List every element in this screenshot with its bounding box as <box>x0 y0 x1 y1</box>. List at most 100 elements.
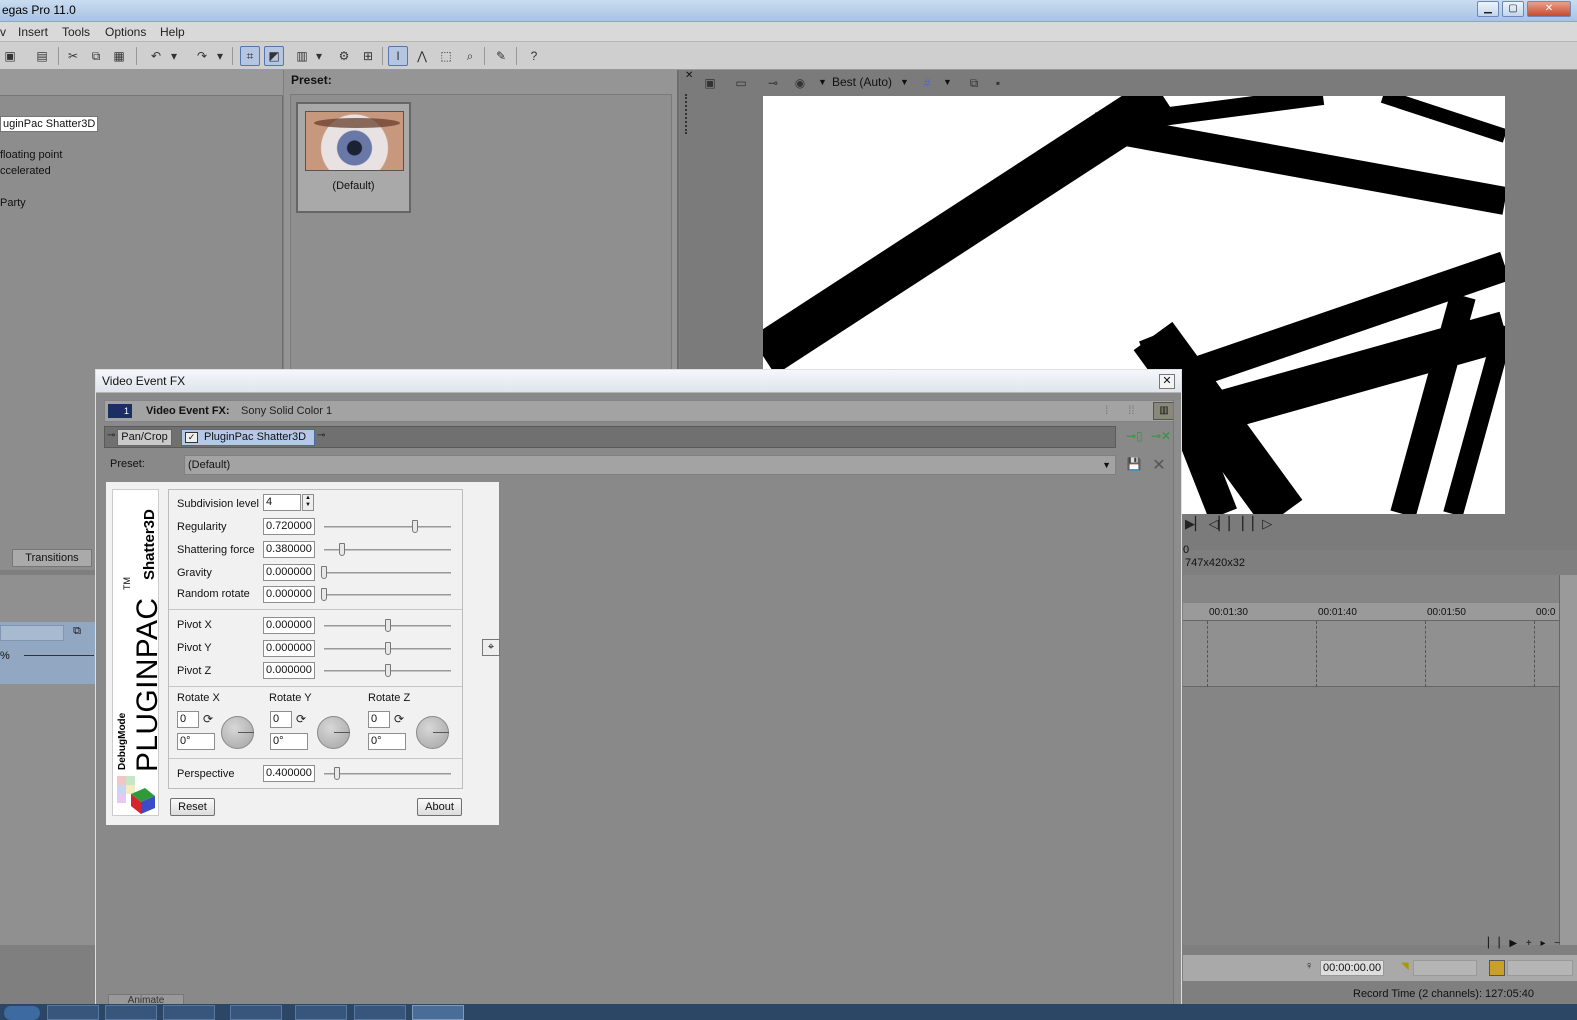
grouping-dropdown-icon[interactable]: ▾ <box>313 46 325 66</box>
vertical-scrollbar[interactable] <box>1559 575 1577 945</box>
rotate-cw-icon[interactable]: ⟳ <box>296 712 306 726</box>
rotate-cw-icon[interactable]: ⟳ <box>203 712 213 726</box>
chain-item-shatter3d[interactable]: ✓ PluginPac Shatter3D <box>181 429 315 446</box>
split-screen-icon[interactable]: ⊸ <box>763 73 783 93</box>
rotate-y-degrees-input[interactable]: 0° <box>270 733 308 750</box>
lock-envelopes-icon[interactable]: ◩ <box>264 46 284 66</box>
preset-dropdown[interactable]: (Default) ▼ <box>184 455 1116 475</box>
minimize-button[interactable]: ▁ <box>1477 1 1499 17</box>
menu-options[interactable]: Options <box>105 25 146 39</box>
maximize-button[interactable]: ▢ <box>1502 1 1524 17</box>
envelope-edit-tool-icon[interactable]: ⋀ <box>412 46 432 66</box>
chevron-down-icon[interactable]: ▼ <box>1102 456 1111 474</box>
gravity-slider-thumb[interactable] <box>321 566 327 579</box>
view-medium-icon[interactable]: ⁞⁞ <box>1128 403 1135 417</box>
taskbar-app-active[interactable] <box>412 1005 464 1020</box>
copy-snapshot-icon[interactable]: ⧉ <box>964 73 984 93</box>
taskbar-app-browser[interactable] <box>230 1005 282 1020</box>
perspective-input[interactable]: 0.400000 <box>263 765 315 782</box>
tab-transitions[interactable]: Transitions <box>12 549 92 567</box>
copy-icon[interactable]: ⧉ <box>86 46 106 66</box>
zoom-tool-icon[interactable]: ⌕ <box>460 46 480 66</box>
duration-field[interactable] <box>1507 960 1573 976</box>
zoom-controls[interactable]: ▏▏▶ + ▸ − <box>1488 938 1573 952</box>
pivot-x-input[interactable]: 0.000000 <box>263 617 315 634</box>
rotate-y-turns-input[interactable]: 0 <box>270 711 292 728</box>
perspective-slider-thumb[interactable] <box>333 767 340 780</box>
rotate-x-knob[interactable] <box>221 716 254 749</box>
panel-close-icon[interactable]: ✕ <box>685 70 693 81</box>
remove-plugin-icon[interactable]: ⊸✕ <box>1151 429 1171 443</box>
rotate-y-knob[interactable] <box>317 716 350 749</box>
track-name-field[interactable] <box>0 625 64 641</box>
regularity-slider-thumb[interactable] <box>412 520 419 533</box>
render-icon[interactable]: ✎ <box>491 46 511 66</box>
preset-thumbnail-default[interactable]: (Default) <box>296 102 411 213</box>
normal-edit-tool-icon[interactable]: I <box>388 46 408 66</box>
rotate-x-degrees-input[interactable]: 0° <box>177 733 215 750</box>
taskbar-app-explorer[interactable] <box>105 1005 157 1020</box>
cut-icon[interactable]: ✂ <box>63 46 83 66</box>
snapping-icon[interactable]: ⊞ <box>358 46 378 66</box>
bypass-checkbox[interactable]: ✓ <box>185 432 198 443</box>
loop-marker-icon[interactable]: ◥ <box>1401 961 1409 972</box>
shattering-force-input[interactable]: 0.380000 <box>263 541 315 558</box>
selected-track-header[interactable]: ⧉ % <box>0 622 95 684</box>
external-monitor-icon[interactable]: ▭ <box>731 73 751 93</box>
rotate-z-degrees-input[interactable]: 0° <box>368 733 406 750</box>
gravity-slider-track[interactable] <box>324 572 451 574</box>
rotate-cw-icon[interactable]: ⟳ <box>394 712 404 726</box>
ignore-grouping-icon[interactable]: ▥ <box>292 46 312 66</box>
chevron-down-icon[interactable]: ▼ <box>900 77 909 87</box>
media-icon[interactable]: ▤ <box>32 46 52 66</box>
menu-tools[interactable]: Tools <box>62 25 90 39</box>
taskbar-app-chrome[interactable] <box>47 1005 99 1020</box>
auto-crossfade-icon[interactable]: ⚙ <box>334 46 354 66</box>
overlays-icon[interactable]: # <box>917 73 937 93</box>
view-wide-icon[interactable]: ▥ <box>1153 402 1175 420</box>
drag-handle[interactable] <box>685 94 691 134</box>
auto-ripple-icon[interactable]: ⌗ <box>240 46 260 66</box>
rotate-x-turns-input[interactable]: 0 <box>177 711 199 728</box>
track-fx-icon[interactable]: ⧉ <box>68 625 86 641</box>
reset-button[interactable]: Reset <box>170 798 215 816</box>
rotate-z-knob[interactable] <box>416 716 449 749</box>
project-properties-icon[interactable]: ▣ <box>700 73 720 93</box>
close-button[interactable]: ✕ <box>1527 1 1571 17</box>
pivot-y-input[interactable]: 0.000000 <box>263 640 315 657</box>
shattering-force-slider-thumb[interactable] <box>338 543 345 556</box>
fx-slot-badge[interactable]: 1 <box>108 404 132 418</box>
pivot-z-input[interactable]: 0.000000 <box>263 662 315 679</box>
menu-help[interactable]: Help <box>160 25 185 39</box>
regularity-input[interactable]: 0.720000 <box>263 518 315 535</box>
menu-view[interactable]: v <box>0 25 6 39</box>
help-pointer-icon[interactable]: ? <box>524 46 544 66</box>
save-preset-icon[interactable]: 💾 <box>1126 457 1142 473</box>
transport-controls[interactable]: ▶▏ ◁▏▏ ▏▏▷ <box>1185 516 1272 532</box>
taskbar-app-media[interactable] <box>163 1005 215 1020</box>
perspective-slider-track[interactable] <box>324 773 451 775</box>
undo-dropdown-icon[interactable]: ▾ <box>168 46 180 66</box>
snapshot-icon[interactable] <box>1489 960 1505 976</box>
loop-region-field[interactable] <box>1413 960 1477 976</box>
random-rotate-input[interactable]: 0.000000 <box>263 586 315 603</box>
redo-icon[interactable]: ↷ <box>192 46 212 66</box>
pivot-x-slider-thumb[interactable] <box>384 619 391 632</box>
pivot-crosshair-icon[interactable]: ⌖ <box>482 639 500 656</box>
paste-icon[interactable]: ▦ <box>109 46 129 66</box>
marker-icon[interactable]: ♀ <box>1305 960 1313 972</box>
taskbar-app-folder[interactable] <box>354 1005 406 1020</box>
redo-dropdown-icon[interactable]: ▾ <box>214 46 226 66</box>
menu-insert[interactable]: Insert <box>18 25 48 39</box>
plugin-chain-icon[interactable]: ⊸▯ <box>1126 429 1143 443</box>
rotate-z-turns-input[interactable]: 0 <box>368 711 390 728</box>
random-rotate-slider-track[interactable] <box>324 594 451 596</box>
subdivision-input[interactable]: 4 <box>263 494 301 511</box>
fx-close-button[interactable]: ✕ <box>1159 374 1175 389</box>
gravity-input[interactable]: 0.000000 <box>263 564 315 581</box>
start-button[interactable] <box>4 1006 40 1020</box>
chain-item-pan-crop[interactable]: Pan/Crop <box>117 429 172 446</box>
timeline-track[interactable] <box>1183 621 1577 687</box>
fx-window-titlebar[interactable]: Video Event FX ✕ <box>96 370 1181 393</box>
undo-icon[interactable]: ↶ <box>146 46 166 66</box>
